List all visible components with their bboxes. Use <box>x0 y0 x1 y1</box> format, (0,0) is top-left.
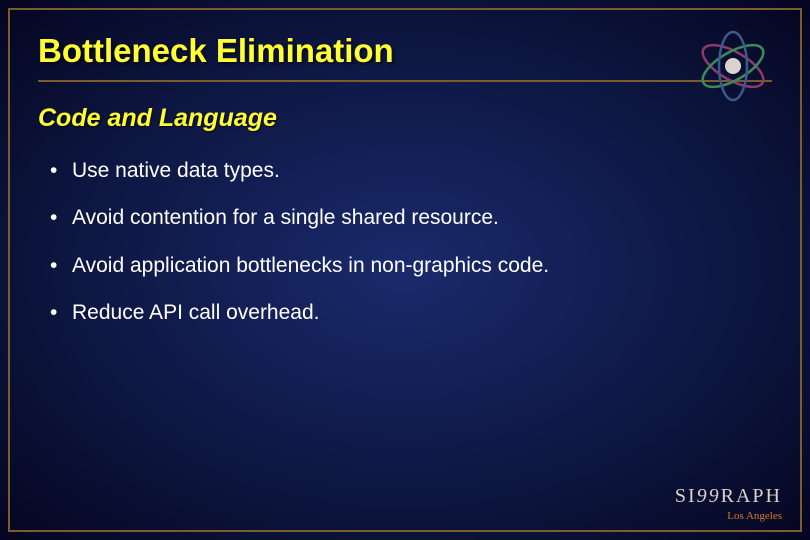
siggraph-logo-icon <box>688 28 778 103</box>
brand-post: RAPH <box>721 485 782 507</box>
footer-brand-text: SI99RAPH <box>675 485 782 508</box>
list-item: Use native data types. <box>50 147 772 194</box>
list-item: Avoid contention for a single shared res… <box>50 194 772 241</box>
brand-mid: 99 <box>697 485 721 507</box>
footer-location: Los Angeles <box>675 510 782 522</box>
brand-pre: SI <box>675 485 697 507</box>
list-item: Reduce API call overhead. <box>50 289 772 336</box>
footer-brand-block: SI99RAPH Los Angeles <box>675 485 782 522</box>
bullet-list: Use native data types. Avoid contention … <box>0 143 810 336</box>
list-item: Avoid application bottlenecks in non-gra… <box>50 242 772 289</box>
slide-title: Bottleneck Elimination <box>38 32 772 82</box>
